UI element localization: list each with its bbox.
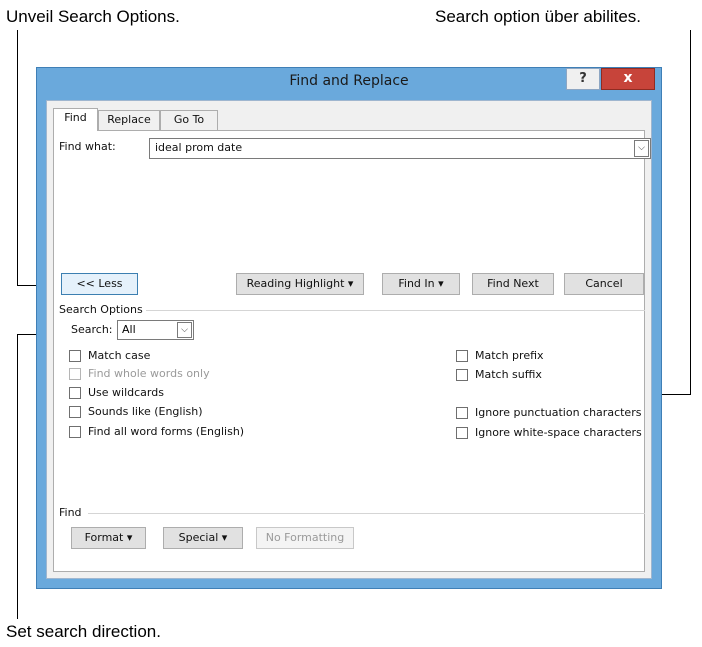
divider bbox=[88, 513, 645, 514]
ignore-punctuation-label: Ignore punctuation characters bbox=[475, 406, 642, 419]
ignore-whitespace-label: Ignore white-space characters bbox=[475, 426, 642, 439]
use-wildcards-checkbox[interactable] bbox=[69, 387, 81, 399]
no-formatting-button: No Formatting bbox=[256, 527, 354, 549]
caret-down-icon: ▾ bbox=[434, 277, 444, 290]
chevron-down-icon[interactable]: ⌵ bbox=[177, 322, 192, 338]
search-direction-select[interactable]: All ⌵ bbox=[117, 320, 194, 340]
find-next-button[interactable]: Find Next bbox=[472, 273, 554, 295]
format-label: Format bbox=[84, 531, 124, 544]
match-prefix-checkbox[interactable] bbox=[456, 350, 468, 362]
find-what-input[interactable]: ideal prom date ⌵ bbox=[149, 138, 651, 159]
ignore-punctuation-checkbox[interactable] bbox=[456, 407, 468, 419]
search-direction-label: Search: bbox=[71, 323, 113, 336]
cancel-button[interactable]: Cancel bbox=[564, 273, 644, 295]
special-label: Special bbox=[178, 531, 219, 544]
tab-go-to[interactable]: Go To bbox=[160, 110, 218, 130]
divider bbox=[146, 310, 645, 311]
less-button[interactable]: << Less bbox=[61, 273, 138, 295]
match-prefix-label: Match prefix bbox=[475, 349, 544, 362]
dialog-client-area: Find Replace Go To Find what: ideal prom… bbox=[46, 100, 652, 579]
match-case-checkbox[interactable] bbox=[69, 350, 81, 362]
reading-highlight-label: Reading Highlight bbox=[246, 277, 345, 290]
find-section-header: Find bbox=[59, 506, 82, 519]
help-button[interactable]: ? bbox=[566, 68, 600, 90]
callout-line bbox=[690, 30, 691, 395]
match-suffix-checkbox[interactable] bbox=[456, 369, 468, 381]
callout-line bbox=[17, 30, 18, 286]
match-case-label: Match case bbox=[88, 349, 151, 362]
callout-search-option-abilities: Search option über abilites. bbox=[435, 7, 642, 26]
whole-words-label: Find whole words only bbox=[88, 367, 210, 380]
callout-set-search-direction: Set search direction. bbox=[6, 622, 161, 641]
reading-highlight-button[interactable]: Reading Highlight ▾ bbox=[236, 273, 364, 295]
format-button[interactable]: Format ▾ bbox=[71, 527, 146, 549]
find-what-value: ideal prom date bbox=[155, 141, 243, 154]
callout-line bbox=[660, 394, 691, 395]
ignore-whitespace-checkbox[interactable] bbox=[456, 427, 468, 439]
caret-down-icon: ▾ bbox=[218, 531, 228, 544]
close-button[interactable]: x bbox=[601, 68, 655, 90]
callout-unveil-search-options: Unveil Search Options. bbox=[6, 7, 180, 26]
sounds-like-label: Sounds like (English) bbox=[88, 405, 203, 418]
match-suffix-label: Match suffix bbox=[475, 368, 542, 381]
title-bar: Find and Replace ? x bbox=[37, 68, 661, 96]
find-replace-dialog: Find and Replace ? x Find Replace Go To … bbox=[36, 67, 662, 589]
find-tab-panel: Find what: ideal prom date ⌵ << Less Rea… bbox=[53, 130, 651, 572]
word-forms-checkbox[interactable] bbox=[69, 426, 81, 438]
caret-down-icon: ▾ bbox=[123, 531, 133, 544]
special-button[interactable]: Special ▾ bbox=[163, 527, 243, 549]
sounds-like-checkbox[interactable] bbox=[69, 406, 81, 418]
whole-words-checkbox bbox=[69, 368, 81, 380]
chevron-down-icon[interactable]: ⌵ bbox=[634, 140, 649, 157]
search-options-header: Search Options bbox=[59, 303, 143, 316]
find-in-button[interactable]: Find In ▾ bbox=[382, 273, 460, 295]
caret-down-icon: ▾ bbox=[344, 277, 354, 290]
use-wildcards-label: Use wildcards bbox=[88, 386, 164, 399]
callout-line bbox=[17, 334, 18, 619]
find-in-label: Find In bbox=[398, 277, 435, 290]
find-what-label: Find what: bbox=[59, 140, 116, 153]
tab-replace[interactable]: Replace bbox=[98, 110, 160, 130]
tab-find[interactable]: Find bbox=[53, 108, 98, 131]
search-direction-value: All bbox=[122, 323, 136, 336]
word-forms-label: Find all word forms (English) bbox=[88, 425, 245, 438]
